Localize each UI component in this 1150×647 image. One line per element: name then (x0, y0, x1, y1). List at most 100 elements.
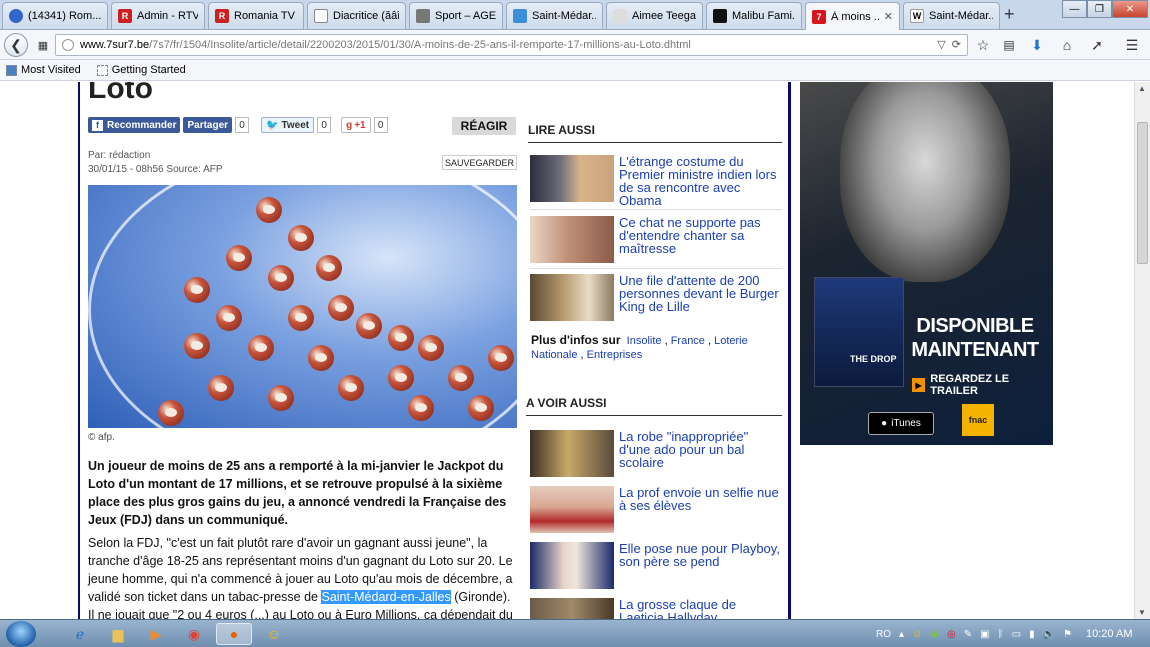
video-title[interactable]: La robe "inappropriée" d'une ado pour un… (619, 430, 782, 477)
video-thumbnail[interactable] (530, 542, 614, 589)
gplus-icon: g (346, 119, 353, 131)
share-icon[interactable]: ➚ (1086, 34, 1108, 56)
video-thumbnail[interactable] (530, 430, 614, 477)
scroll-down-icon[interactable]: ▼ (1138, 608, 1146, 617)
video-title[interactable]: La prof envoie un selfie nue à ses élève… (619, 486, 782, 533)
ad-trailer-link[interactable]: ▶ REGARDEZ LE TRAILER (912, 373, 1053, 397)
tab-6[interactable]: Aimee Teegarde... (606, 2, 703, 29)
related-item[interactable]: Une file d'attente de 200 personnes deva… (530, 274, 782, 321)
tab-1[interactable]: R Admin - RTV... (111, 2, 205, 29)
related-thumbnail[interactable] (530, 155, 614, 202)
tab-9[interactable]: W Saint-Médar... (903, 2, 1000, 29)
fnac-logo[interactable]: fnac (962, 404, 994, 436)
itunes-badge[interactable]: ● iTunes (868, 412, 934, 435)
plus-infos-label: Plus d'infos sur (531, 333, 621, 347)
facebook-share-button[interactable]: Partager (183, 117, 233, 133)
video-thumbnail[interactable] (530, 486, 614, 533)
tab-4[interactable]: Sport – AGE... (409, 2, 503, 29)
tab-favicon-icon: R (215, 9, 229, 23)
tray-tool-icon[interactable]: ✎ (964, 629, 972, 640)
related-thumbnail[interactable] (530, 274, 614, 321)
video-title[interactable]: La grosse claque de Laeticia Hallyday (619, 598, 782, 619)
tray-emoticon-icon[interactable]: ☺ (912, 629, 922, 640)
tab-favicon-icon (613, 9, 627, 23)
video-thumbnail[interactable] (530, 598, 614, 619)
video-item[interactable]: La prof envoie un selfie nue à ses élève… (530, 486, 782, 533)
chrome-icon[interactable]: ◉ (176, 623, 212, 645)
bookmark-getting-started[interactable]: Getting Started (96, 64, 186, 76)
tray-arrow-icon[interactable]: ▴ (899, 629, 904, 640)
related-item[interactable]: Ce chat ne supporte pas d'entendre chant… (530, 216, 782, 263)
network-icon[interactable]: ▮ (1029, 629, 1035, 640)
ad-headline: DISPONIBLE MAINTENANT (900, 314, 1050, 362)
tab-label: À moins ... (831, 10, 880, 23)
tray-device-icon[interactable]: ▭ (1012, 629, 1021, 640)
reload-icon[interactable]: ▽ ⟳ (937, 38, 961, 51)
video-item[interactable]: La grosse claque de Laeticia Hallyday (530, 598, 782, 619)
bluetooth-icon[interactable]: ᛒ (998, 629, 1004, 640)
related-title[interactable]: Une file d'attente de 200 personnes deva… (619, 274, 782, 321)
tab-2[interactable]: R Romania TV ... (208, 2, 304, 29)
view-icon[interactable]: ▦ (32, 34, 54, 56)
bookmark-most-visited[interactable]: Most Visited (6, 64, 81, 76)
tweet-button[interactable]: 🐦 Tweet (261, 117, 315, 133)
video-item[interactable]: La robe "inappropriée" d'une ado pour un… (530, 430, 782, 477)
messenger-icon[interactable]: ☺ (256, 623, 292, 645)
highlighted-text[interactable]: Saint-Médard-en-Jalles (321, 590, 451, 604)
tab-0[interactable]: (14341) Rom... (2, 2, 108, 29)
twitter-icon: 🐦 (266, 119, 279, 131)
play-icon: ▶ (912, 378, 926, 392)
tag-link-france[interactable]: France (671, 335, 705, 347)
close-window-button[interactable]: ✕ (1112, 0, 1148, 18)
tray-opera-icon[interactable]: ◎ (947, 629, 956, 640)
apple-icon: ● (881, 418, 888, 429)
vertical-scrollbar[interactable]: ▲ ▼ (1134, 82, 1150, 619)
tab-5[interactable]: Saint-Médar... (506, 2, 603, 29)
downloads-icon[interactable]: ⬇ (1026, 34, 1048, 56)
gplus-button[interactable]: g +1 (341, 117, 371, 133)
tab-7[interactable]: Malibu Fami... (706, 2, 802, 29)
related-item[interactable]: L'étrange costume du Premier ministre in… (530, 155, 782, 207)
home-icon[interactable]: ⌂ (1056, 34, 1078, 56)
tab-3[interactable]: Diacritice (ăâîșț) ... (307, 2, 406, 29)
language-indicator[interactable]: RO (876, 629, 891, 640)
gplus-label: +1 (354, 119, 366, 131)
related-title[interactable]: L'étrange costume du Premier ministre in… (619, 155, 782, 207)
tab-label: Saint-Médar... (532, 10, 596, 22)
ie-icon[interactable]: ℯ (62, 623, 98, 645)
tab-label: Sport – AGE... (435, 10, 496, 22)
article-headline: Loto (88, 82, 153, 105)
save-button[interactable]: SAUVEGARDER (442, 155, 517, 170)
tag-link-entreprises[interactable]: Entreprises (587, 349, 643, 361)
tab-active[interactable]: 7 À moins ... ✕ (805, 2, 900, 30)
tag-link-insolite[interactable]: Insolite (627, 335, 662, 347)
video-title[interactable]: Elle pose nue pour Playboy, son père se … (619, 542, 782, 589)
tab-close-icon[interactable]: ✕ (884, 10, 893, 23)
related-title[interactable]: Ce chat ne supporte pas d'entendre chant… (619, 216, 782, 263)
taskbar-clock[interactable]: 10:20 AM (1086, 628, 1132, 640)
tray-flag-icon[interactable]: ⚑ (1063, 629, 1072, 640)
start-button[interactable] (6, 621, 36, 647)
firefox-icon[interactable]: ● (216, 623, 252, 645)
minimize-button[interactable]: — (1062, 0, 1087, 18)
bookmark-star-icon[interactable]: ☆ (972, 34, 994, 56)
media-player-icon[interactable]: ▶ (138, 623, 174, 645)
back-arrow-icon[interactable]: ❮ (4, 33, 28, 57)
url-bar[interactable]: www.7sur7.be/7s7/fr/1504/Insolite/articl… (55, 34, 968, 56)
explorer-icon[interactable]: ▆ (100, 623, 136, 645)
related-thumbnail[interactable] (530, 216, 614, 263)
volume-icon[interactable]: 🔈 (1043, 629, 1055, 640)
ad-dvd-box (814, 277, 904, 387)
maximize-button[interactable]: ❐ (1087, 0, 1112, 18)
video-item[interactable]: Elle pose nue pour Playboy, son père se … (530, 542, 782, 589)
tray-shield-icon[interactable]: ▣ (980, 629, 989, 640)
scroll-thumb[interactable] (1137, 122, 1148, 264)
tray-app-icon[interactable]: ◉ (930, 629, 939, 640)
new-tab-icon[interactable]: + (1004, 4, 1015, 25)
reading-list-icon[interactable]: ▤ (998, 34, 1020, 56)
menu-icon[interactable]: ☰ (1121, 34, 1143, 56)
facebook-recommend-button[interactable]: f Recommander (88, 117, 181, 133)
advertisement-banner[interactable]: THE DROP DISPONIBLE MAINTENANT ▶ REGARDEZ … (800, 82, 1053, 445)
scroll-up-icon[interactable]: ▲ (1138, 84, 1146, 93)
reagir-button[interactable]: RÉAGIR (452, 117, 516, 135)
